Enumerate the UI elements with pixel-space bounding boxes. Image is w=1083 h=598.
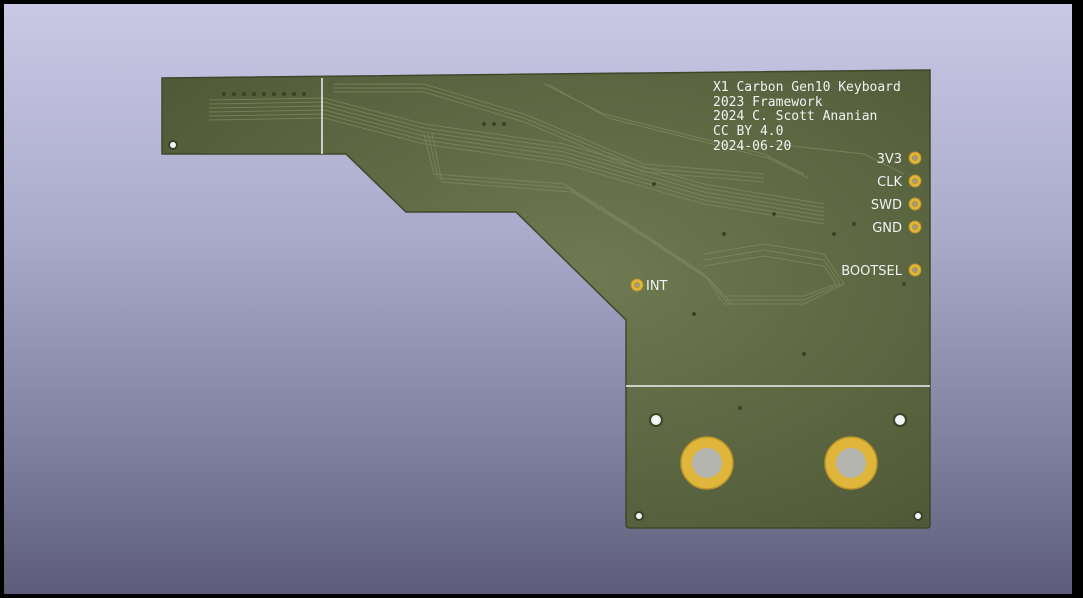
silk-title-line-4: CC BY 4.0 xyxy=(713,124,783,139)
connector-pad-left xyxy=(680,436,734,490)
silk-title-line-1: X1 Carbon Gen10 Keyboard xyxy=(713,80,901,95)
3d-viewer-canvas[interactable]: X1 Carbon Gen10 Keyboard 2023 Framework … xyxy=(4,4,1072,594)
connector-pad-right xyxy=(824,436,878,490)
pcb-board: X1 Carbon Gen10 Keyboard 2023 Framework … xyxy=(161,69,931,529)
pad-label-swd: SWD xyxy=(871,198,902,213)
silk-title-line-2: 2023 Framework xyxy=(713,95,823,110)
pad-label-3v3: 3V3 xyxy=(877,152,902,167)
silk-title-line-3: 2024 C. Scott Ananian xyxy=(713,109,877,124)
pad-label-bootsel: BOOTSEL xyxy=(841,264,903,279)
pad-label-int: INT xyxy=(646,279,668,294)
silk-title-line-5: 2024-06-20 xyxy=(713,139,791,154)
pad-label-gnd: GND xyxy=(872,221,902,236)
pad-label-clk: CLK xyxy=(877,175,902,190)
